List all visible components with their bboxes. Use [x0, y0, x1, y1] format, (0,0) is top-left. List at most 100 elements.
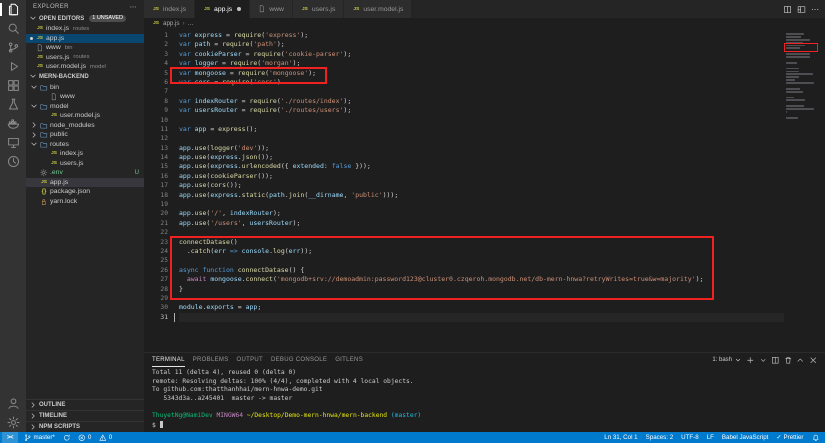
open-editor-app-js[interactable]: JS app.js [26, 33, 144, 43]
status-encoding[interactable]: UTF-8 [677, 432, 703, 443]
open-editors-header[interactable]: OPEN EDITORS 1 UNSAVED [26, 13, 144, 24]
tree-item-user-model-js[interactable]: JS user.model.js [26, 111, 144, 121]
tree-item-env[interactable]: .env U [26, 168, 144, 178]
section-header-outline[interactable]: OUTLINE [26, 399, 144, 410]
tab-users-js[interactable]: JS users.js [292, 0, 345, 18]
code-line[interactable]: .catch(err => console.log(err)); [179, 247, 784, 256]
panel-tab-problems[interactable]: PROBLEMS [193, 353, 229, 367]
code-line[interactable]: var logger = require('morgan'); [179, 59, 784, 68]
close-panel-icon[interactable] [809, 356, 818, 365]
tree-item-users-js[interactable]: JS users.js [26, 159, 144, 169]
open-editor-user-model-js[interactable]: JS user.model.js model [26, 62, 144, 72]
terminal[interactable]: Total 11 (delta 4), reused 0 (delta 0) re… [144, 367, 825, 432]
maximize-panel-icon[interactable] [796, 356, 805, 365]
code-line[interactable]: app.use(cors()); [179, 181, 784, 190]
code-line[interactable]: var mongoose = require('mongoose'); [179, 69, 784, 78]
code-line[interactable]: connectDatase() [179, 238, 784, 247]
code-line[interactable] [179, 134, 784, 143]
code-line[interactable] [179, 116, 784, 125]
activity-bar-item-testing[interactable] [0, 95, 26, 114]
status-git-branch[interactable]: master* [20, 432, 59, 443]
code-line[interactable]: await mongoose.connect('mongodb+srv://de… [179, 275, 784, 284]
panel-tab-gitlens[interactable]: GITLENS [335, 353, 363, 367]
code-line[interactable]: app.use(express.json()); [179, 153, 784, 162]
code-line[interactable]: var path = require('path'); [179, 40, 784, 49]
open-editor-users-js[interactable]: JS users.js routes [26, 53, 144, 63]
tree-item-yarn-lock[interactable]: yarn.lock [26, 197, 144, 207]
code-line[interactable]: app.use('/', indexRouter); [179, 209, 784, 218]
terminal-shell-selector[interactable]: 1: bash [712, 356, 742, 364]
code-line[interactable] [179, 87, 784, 96]
code-line[interactable]: } [179, 285, 784, 294]
tree-item-public[interactable]: public [26, 130, 144, 140]
code-line[interactable] [179, 312, 784, 323]
breadcrumb-file[interactable]: app.js [163, 20, 180, 27]
panel-tab-debug-console[interactable]: DEBUG CONSOLE [271, 353, 327, 367]
status-notifications[interactable] [808, 432, 824, 443]
split-terminal-icon[interactable] [771, 356, 780, 365]
code-line[interactable]: async function connectDatase() { [179, 266, 784, 275]
minimap[interactable] [784, 31, 825, 352]
code-line[interactable]: var cookieParser = require('cookie-parse… [179, 50, 784, 59]
code-line[interactable] [179, 228, 784, 237]
code-line[interactable] [179, 294, 784, 303]
status-remote-indicator[interactable]: >< [2, 432, 19, 443]
section-header-npm-scripts[interactable]: NPM SCRIPTS [26, 421, 144, 432]
tab-user-model-js[interactable]: JS user.model.js [344, 0, 413, 18]
tree-item-package-json[interactable]: {} package.json [26, 187, 144, 197]
panel-tab-terminal[interactable]: TERMINAL [152, 353, 185, 367]
activity-bar-item-account[interactable] [0, 394, 26, 413]
more-actions-icon[interactable]: ⋯ [130, 3, 137, 11]
tab-index-js[interactable]: JS index.js [144, 0, 196, 18]
customize-layout-icon[interactable] [797, 5, 806, 14]
code-line[interactable] [179, 200, 784, 209]
activity-bar-item-source-control[interactable] [0, 38, 26, 57]
open-editor-www[interactable]: www bin [26, 43, 144, 53]
status-cursor-position[interactable]: Ln 31, Col 1 [600, 432, 641, 443]
more-actions-icon[interactable]: ⋯ [811, 5, 819, 14]
code-line[interactable]: app.use(cookieParser()); [179, 172, 784, 181]
code-line[interactable]: var express = require('express'); [179, 31, 784, 40]
tree-item-index-js[interactable]: JS index.js [26, 149, 144, 159]
status-indentation[interactable]: Spaces: 2 [642, 432, 678, 443]
activity-bar-item-gitlens[interactable] [0, 152, 26, 171]
terminal-picker-icon[interactable] [759, 356, 768, 365]
status-warnings[interactable]: 0 [95, 432, 116, 443]
tab-app-js[interactable]: JS app.js [195, 0, 251, 18]
code-line[interactable]: module.exports = app; [179, 303, 784, 312]
code-line[interactable]: app.use('/users', usersRouter); [179, 219, 784, 228]
code-line[interactable]: var usersRouter = require('./routes/user… [179, 106, 784, 115]
code-line[interactable]: var indexRouter = require('./routes/inde… [179, 97, 784, 106]
open-editor-index-js[interactable]: JS index.js routes [26, 24, 144, 34]
code-line[interactable]: app.use(express.urlencoded({ extended: f… [179, 162, 784, 171]
code-editor[interactable]: 1 2 3 4 5 6 7 8 9 10 11 12 13 14 15 16 17 18 19 20 21 22 23 24 2… [144, 29, 825, 352]
kill-terminal-icon[interactable] [784, 356, 793, 365]
code-line[interactable]: app.use(logger('dev')); [179, 144, 784, 153]
activity-bar-item-extensions[interactable] [0, 76, 26, 95]
activity-bar-item-run-and-debug[interactable] [0, 57, 26, 76]
section-header-timeline[interactable]: TIMELINE [26, 410, 144, 421]
tree-item-model[interactable]: model [26, 102, 144, 112]
activity-bar-item-settings[interactable] [0, 413, 26, 432]
activity-bar-item-search[interactable] [0, 19, 26, 38]
new-terminal-icon[interactable] [746, 356, 755, 365]
tree-item-www[interactable]: www [26, 92, 144, 102]
split-editor-icon[interactable] [783, 5, 792, 14]
status-language-mode[interactable]: Babel JavaScript [718, 432, 772, 443]
tree-item-routes[interactable]: routes [26, 140, 144, 150]
code-content[interactable]: var express = require('express'); var pat… [173, 31, 784, 352]
code-line[interactable]: app.use(express.static(path.join(__dirna… [179, 191, 784, 200]
panel-tab-output[interactable]: OUTPUT [237, 353, 263, 367]
code-line[interactable]: var cors = require('cors') [179, 78, 784, 87]
tree-item-app-js[interactable]: JS app.js [26, 177, 144, 187]
status-errors[interactable]: 0 [74, 432, 95, 443]
status-formatter[interactable]: ✓ Prettier [772, 432, 807, 443]
activity-bar-item-remote-explorer[interactable] [0, 133, 26, 152]
tree-item-node-modules[interactable]: node_modules [26, 121, 144, 131]
tab-www[interactable]: www [250, 0, 293, 18]
workspace-root-header[interactable]: MERN-BACKEND [26, 72, 144, 83]
breadcrumb-more[interactable]: … [188, 20, 194, 27]
dirty-indicator-icon[interactable] [237, 7, 242, 11]
status-eol[interactable]: LF [703, 432, 718, 443]
code-line[interactable]: var app = express(); [179, 125, 784, 134]
